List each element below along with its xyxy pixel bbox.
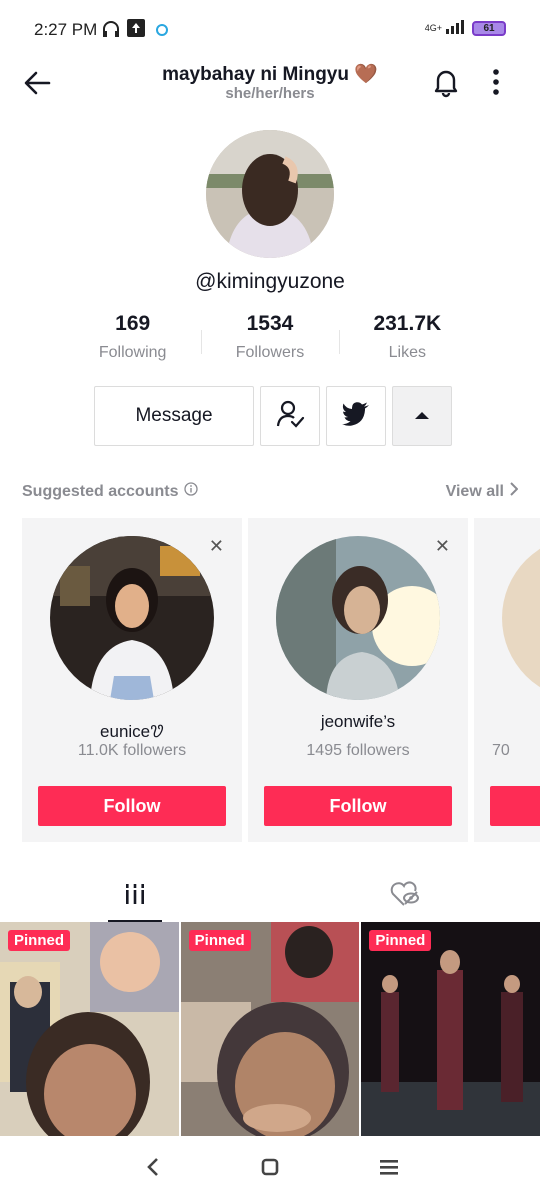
view-all-label: View all bbox=[445, 482, 504, 500]
app-notification-icon bbox=[156, 23, 168, 41]
suggested-avatar[interactable] bbox=[502, 536, 540, 700]
system-nav-bar bbox=[0, 1136, 540, 1200]
expand-suggestions-button[interactable] bbox=[392, 386, 452, 446]
suggested-accounts-carousel[interactable]: ✕ eunice🝣 11.0K followers Follow ✕ jeonw… bbox=[22, 518, 540, 842]
stat-followers[interactable]: 1534 Followers bbox=[201, 312, 338, 372]
more-options-icon[interactable] bbox=[490, 66, 502, 103]
suggested-accounts-header: Suggested accounts View all bbox=[22, 480, 519, 504]
message-button[interactable]: Message bbox=[94, 386, 254, 446]
stat-label: Followers bbox=[235, 344, 305, 361]
nav-recents-icon[interactable] bbox=[378, 1156, 400, 1183]
status-bar: 2:27 PM 4G+ 61 bbox=[0, 0, 540, 58]
suggested-avatar[interactable] bbox=[50, 536, 214, 700]
nav-back-icon[interactable] bbox=[146, 1156, 160, 1183]
profile-stats: 169 Following 1534 Followers 231.7K Like… bbox=[64, 312, 476, 372]
stat-following[interactable]: 169 Following bbox=[64, 312, 201, 372]
profile-header: maybahay ni Mingyu 🤎 she/her/hers bbox=[0, 58, 540, 114]
pinned-badge: Pinned bbox=[369, 930, 432, 951]
upload-icon bbox=[127, 19, 145, 42]
suggested-followers: 11.0K followers bbox=[77, 742, 187, 759]
stat-value: 1534 bbox=[246, 312, 294, 335]
pinned-badge: Pinned bbox=[188, 930, 251, 951]
tab-liked[interactable] bbox=[378, 870, 432, 922]
video-thumbnail[interactable]: Pinned bbox=[180, 922, 360, 1136]
suggested-card[interactable]: ✕ eunice🝣 11.0K followers Follow bbox=[22, 518, 242, 842]
suggested-card[interactable]: ✕ jeonwife’s 1495 followers Follow bbox=[248, 518, 468, 842]
video-thumbnail[interactable]: Pinned bbox=[361, 922, 540, 1136]
pinned-badge: Pinned bbox=[8, 930, 71, 951]
tab-videos[interactable] bbox=[108, 870, 162, 922]
stat-value: 169 bbox=[115, 312, 151, 335]
nav-home-icon[interactable] bbox=[260, 1156, 280, 1183]
profile-actions: Message bbox=[94, 386, 452, 446]
suggested-accounts-title: Suggested accounts bbox=[22, 482, 179, 500]
stat-likes[interactable]: 231.7K Likes bbox=[338, 312, 476, 372]
follow-button[interactable]: Follow bbox=[264, 786, 452, 826]
signal-icon bbox=[446, 18, 468, 39]
follow-button[interactable]: Follow bbox=[38, 786, 226, 826]
dismiss-icon[interactable]: ✕ bbox=[435, 536, 450, 557]
bell-icon[interactable] bbox=[430, 66, 462, 103]
profile-tabs bbox=[0, 870, 540, 922]
profile-avatar[interactable] bbox=[206, 130, 334, 258]
suggested-followers: 70 bbox=[492, 742, 510, 759]
following-status-button[interactable] bbox=[260, 386, 320, 446]
network-type: 4G+ bbox=[424, 23, 442, 33]
grid-icon bbox=[124, 883, 146, 910]
video-grid: Pinned Pinned Pinned bbox=[0, 922, 540, 1136]
twitter-icon bbox=[342, 401, 370, 431]
view-all-link[interactable]: View all bbox=[445, 482, 519, 501]
follow-button[interactable] bbox=[490, 786, 540, 826]
suggested-followers: 1495 followers bbox=[306, 742, 410, 759]
headphones-icon bbox=[101, 19, 121, 44]
stat-label: Likes bbox=[388, 344, 426, 361]
suggested-card[interactable]: 70 bbox=[474, 518, 540, 842]
info-icon[interactable] bbox=[184, 482, 199, 501]
caret-up-icon bbox=[414, 407, 430, 425]
user-check-icon bbox=[275, 399, 305, 434]
username-handle: @kimingyuzone bbox=[195, 270, 345, 293]
dismiss-icon[interactable]: ✕ bbox=[209, 536, 224, 557]
suggested-name: jeonwife’s bbox=[320, 712, 396, 731]
twitter-button[interactable] bbox=[326, 386, 386, 446]
status-time: 2:27 PM bbox=[34, 20, 98, 39]
battery-icon: 61 bbox=[472, 21, 506, 36]
chevron-right-icon bbox=[510, 482, 519, 501]
stat-value: 231.7K bbox=[373, 312, 442, 335]
suggested-avatar[interactable] bbox=[276, 536, 440, 700]
stat-label: Following bbox=[98, 344, 167, 361]
hidden-likes-icon bbox=[390, 880, 420, 912]
video-thumbnail[interactable]: Pinned bbox=[0, 922, 179, 1136]
